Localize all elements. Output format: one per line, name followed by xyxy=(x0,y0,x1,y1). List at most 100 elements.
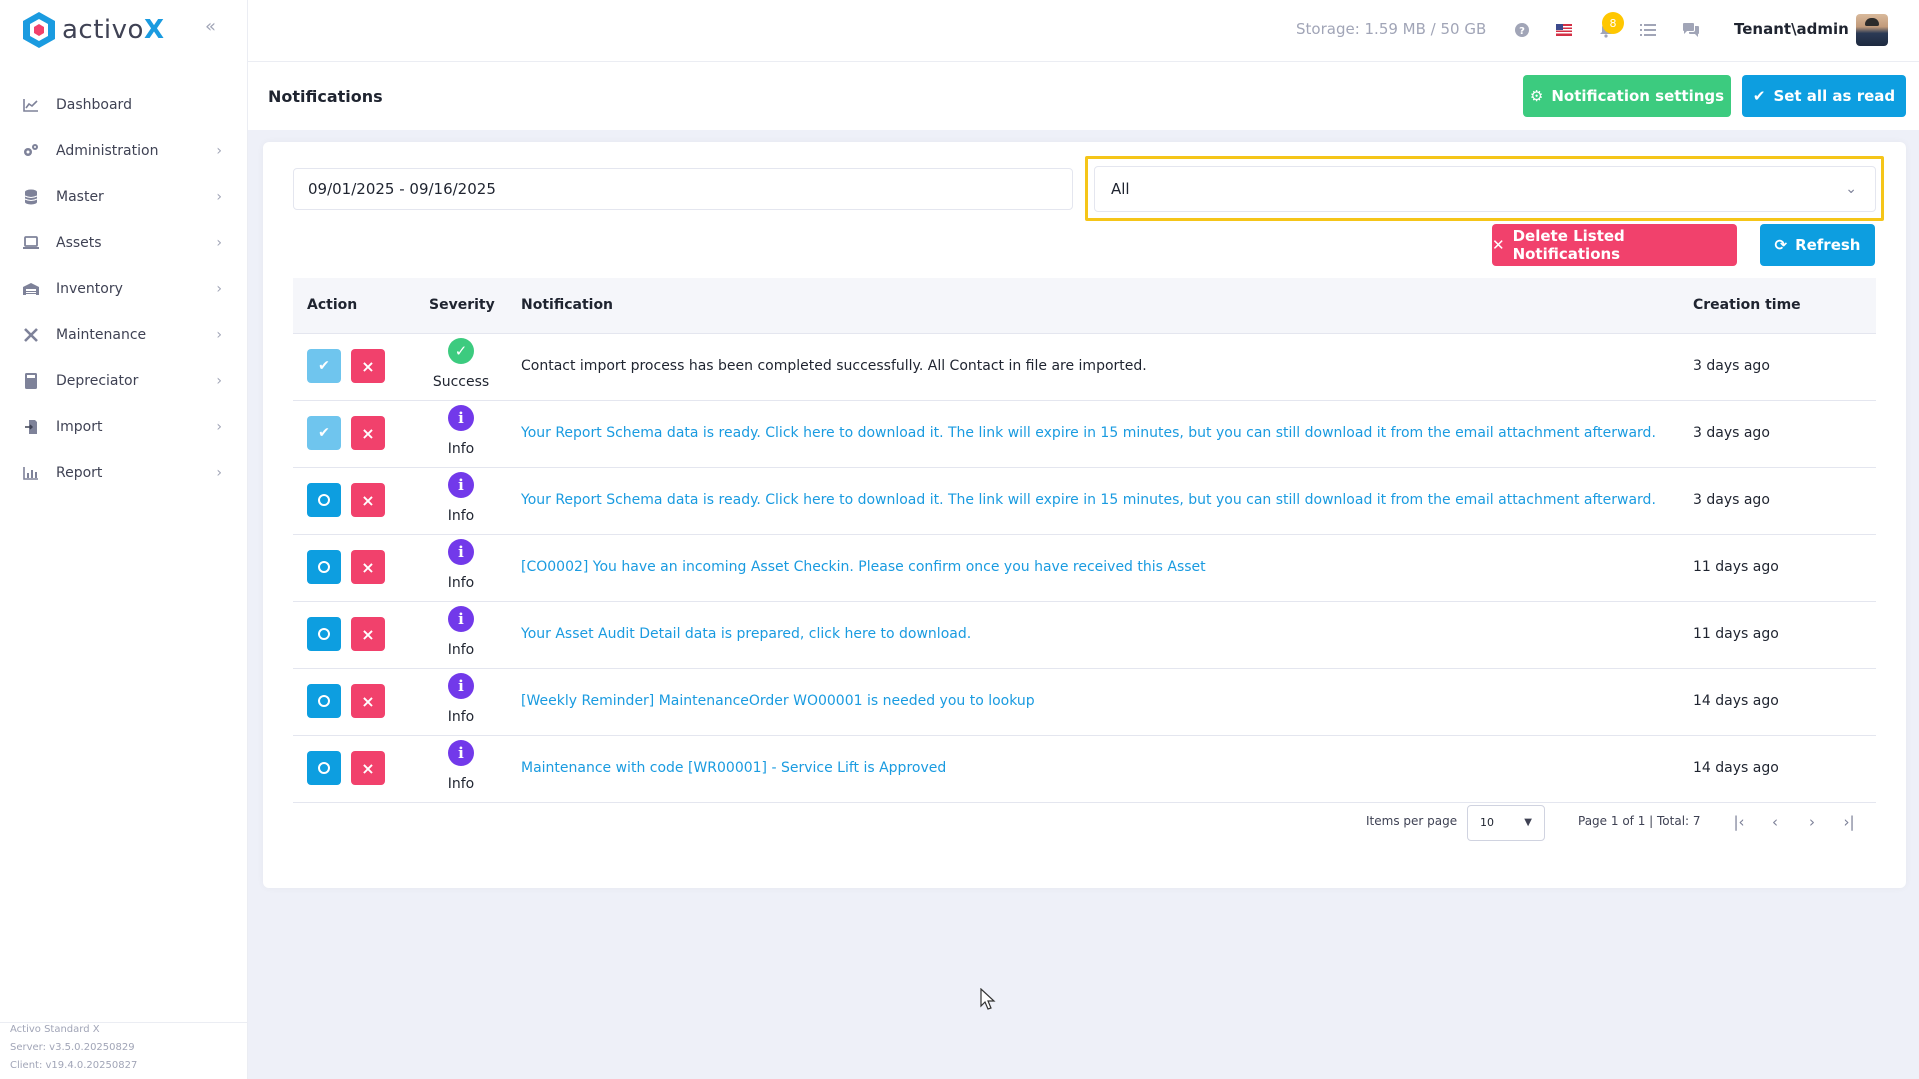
sidebar-item-report[interactable]: Report › xyxy=(0,450,248,496)
date-range-input[interactable]: 09/01/2025 - 09/16/2025 xyxy=(293,168,1073,210)
sidebar-item-depreciator[interactable]: Depreciator › xyxy=(0,358,248,404)
items-per-page-value: 10 xyxy=(1480,816,1494,829)
info-icon: i xyxy=(448,740,474,766)
creation-time: 3 days ago xyxy=(1693,492,1770,508)
notifications-card: 09/01/2025 - 09/16/2025 All ⌄ ✕ Delete L… xyxy=(263,142,1906,888)
us-flag-icon[interactable] xyxy=(1554,20,1574,40)
delete-notification-button[interactable]: × xyxy=(351,684,385,718)
user-menu[interactable]: Tenant\admin xyxy=(1734,20,1849,38)
info-icon: i xyxy=(448,606,474,632)
sidebar-item-import[interactable]: Import › xyxy=(0,404,248,450)
close-icon: ✕ xyxy=(1492,236,1505,254)
refresh-button[interactable]: ⟳ Refresh xyxy=(1760,224,1875,266)
avatar[interactable] xyxy=(1856,14,1888,46)
task-list-icon[interactable] xyxy=(1638,20,1658,40)
close-icon: × xyxy=(361,423,375,443)
chevron-right-icon: › xyxy=(216,419,222,435)
chevron-right-icon: › xyxy=(216,465,222,481)
circle-icon xyxy=(318,628,330,640)
mark-read-check-button[interactable]: ✔ xyxy=(307,349,341,383)
sidebar-item-master[interactable]: Master › xyxy=(0,174,248,220)
delete-notification-button[interactable]: × xyxy=(351,349,385,383)
sidebar-item-label: Inventory xyxy=(56,281,123,297)
delete-notification-button[interactable]: × xyxy=(351,550,385,584)
circle-icon xyxy=(318,494,330,506)
sidebar-item-assets[interactable]: Assets › xyxy=(0,220,248,266)
notification-link[interactable]: Your Report Schema data is ready. Click … xyxy=(521,492,1656,508)
delete-notification-button[interactable]: × xyxy=(351,751,385,785)
next-page-icon[interactable]: › xyxy=(1802,812,1822,832)
col-notification: Notification xyxy=(521,297,614,313)
delete-notification-button[interactable]: × xyxy=(351,416,385,450)
mark-as-read-button[interactable] xyxy=(307,684,341,718)
severity-cell: i Info xyxy=(421,740,501,792)
subheader: Notifications ⚙ Notification settings ✔ … xyxy=(248,62,1919,130)
creation-time: 11 days ago xyxy=(1693,559,1779,575)
close-icon: × xyxy=(361,624,375,644)
chart-line-icon xyxy=(22,96,40,114)
notification-link[interactable]: Your Report Schema data is ready. Click … xyxy=(521,425,1656,441)
delete-notification-button[interactable]: × xyxy=(351,483,385,517)
sidebar-item-label: Dashboard xyxy=(56,97,132,113)
info-icon: i xyxy=(448,539,474,565)
check-icon: ✔ xyxy=(318,358,330,374)
help-icon[interactable]: ? xyxy=(1512,20,1532,40)
file-import-icon xyxy=(22,418,40,436)
collapse-sidebar-icon[interactable]: « xyxy=(205,18,223,36)
delete-notification-button[interactable]: × xyxy=(351,617,385,651)
info-icon: i xyxy=(448,405,474,431)
creation-time: 11 days ago xyxy=(1693,626,1779,642)
gear-icon: ⚙ xyxy=(1529,87,1544,105)
severity-cell: i Info xyxy=(421,539,501,591)
storage-usage: Storage: 1.59 MB / 50 GB xyxy=(1296,20,1487,38)
set-all-as-read-button[interactable]: ✔ Set all as read xyxy=(1742,75,1906,117)
severity-filter-select[interactable]: All ⌄ xyxy=(1094,166,1876,212)
notification-link[interactable]: Maintenance with code [WR00001] - Servic… xyxy=(521,760,946,776)
notification-settings-button[interactable]: ⚙ Notification settings xyxy=(1523,75,1731,117)
hexagon-logo-icon xyxy=(23,12,55,48)
mark-read-check-button[interactable]: ✔ xyxy=(307,416,341,450)
severity-cell: i Info xyxy=(421,472,501,524)
severity-cell: i Info xyxy=(421,606,501,658)
first-page-icon[interactable]: |‹ xyxy=(1729,812,1749,832)
notification-link[interactable]: Your Asset Audit Detail data is prepared… xyxy=(521,626,971,642)
notification-count-badge: 8 xyxy=(1602,12,1624,34)
notification-link[interactable]: [Weekly Reminder] MaintenanceOrder WO000… xyxy=(521,693,1035,709)
table-header: Action Severity Notification Creation ti… xyxy=(293,278,1876,334)
col-action: Action xyxy=(307,297,358,313)
delete-listed-notifications-button[interactable]: ✕ Delete Listed Notifications xyxy=(1492,224,1737,266)
table-body: ✔ × ✓ Success Contact import process has bee… xyxy=(293,334,1876,803)
sidebar-item-inventory[interactable]: Inventory › xyxy=(0,266,248,312)
chevron-right-icon: › xyxy=(216,327,222,343)
sidebar-item-administration[interactable]: Administration › xyxy=(0,128,248,174)
success-check-icon: ✓ xyxy=(448,338,474,364)
creation-time: 3 days ago xyxy=(1693,425,1770,441)
chevron-down-icon: ⌄ xyxy=(1845,181,1857,197)
client-version: Client: v19.4.0.20250827 xyxy=(10,1060,138,1071)
table-row: ✔ × ✓ Success Contact import process has bee… xyxy=(293,334,1876,401)
table-row: × i Info [Weekly Reminder] MaintenanceOrder… xyxy=(293,669,1876,736)
brand-logo[interactable]: activoX xyxy=(22,10,165,50)
notification-text: Contact import process has been complete… xyxy=(521,358,1147,374)
severity-label: Info xyxy=(447,575,475,591)
prev-page-icon[interactable]: ‹ xyxy=(1765,812,1785,832)
severity-label: Info xyxy=(447,508,475,524)
sidebar-nav: Dashboard Administration › Master › Assets › In… xyxy=(0,82,248,496)
creation-time: 3 days ago xyxy=(1693,358,1770,374)
creation-time: 14 days ago xyxy=(1693,693,1779,709)
last-page-icon[interactable]: ›| xyxy=(1839,812,1859,832)
chevron-right-icon: › xyxy=(216,373,222,389)
mark-as-read-button[interactable] xyxy=(307,483,341,517)
mark-as-read-button[interactable] xyxy=(307,751,341,785)
sidebar-item-maintenance[interactable]: Maintenance › xyxy=(0,312,248,358)
mark-as-read-button[interactable] xyxy=(307,617,341,651)
close-icon: × xyxy=(361,691,375,711)
sidebar-item-label: Maintenance xyxy=(56,327,147,343)
chat-icon[interactable] xyxy=(1681,20,1701,40)
sidebar-item-dashboard[interactable]: Dashboard xyxy=(0,82,248,128)
tools-icon xyxy=(22,326,40,344)
notification-link[interactable]: [CO0002] You have an incoming Asset Chec… xyxy=(521,559,1206,575)
mark-as-read-button[interactable] xyxy=(307,550,341,584)
caret-down-icon: ▼ xyxy=(1524,817,1532,828)
items-per-page-select[interactable]: 10 ▼ xyxy=(1467,805,1545,841)
